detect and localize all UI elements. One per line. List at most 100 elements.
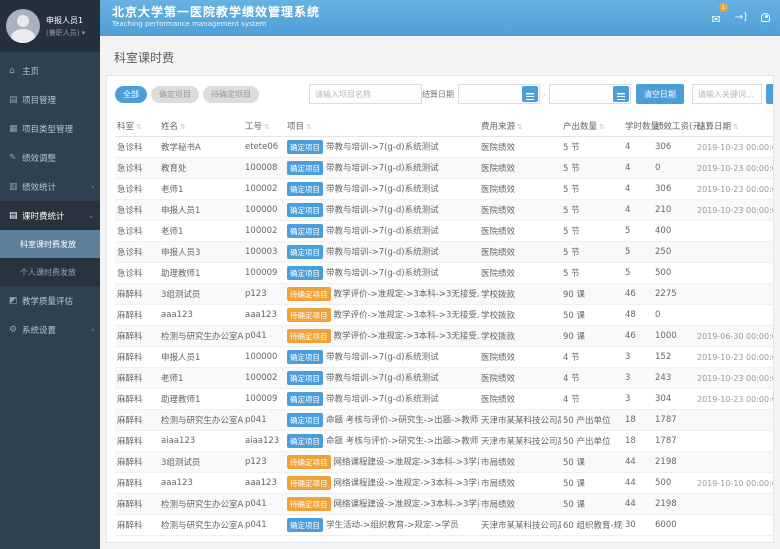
cell-output-quantity: 4 节 (561, 389, 623, 410)
cell-worker-id: 100003 (243, 242, 285, 263)
messages-button[interactable]: ✉ 1 (712, 8, 721, 27)
sort-icon[interactable]: ⇅ (180, 123, 186, 131)
cell-dept: 麻醉科 (115, 326, 159, 347)
column-header-姓名[interactable]: 姓名⇅ (159, 116, 243, 137)
table-row[interactable]: 急诊科 申报人员1 100000 确定项目带教与培训->7(g-d)系统测试 医… (115, 200, 774, 221)
table-row[interactable]: 麻醉科 检测与研究生办公室A p041 待确定项目教学评价->准规定->3本科-… (115, 326, 774, 347)
filter-pill-全部[interactable]: 全部 (115, 86, 147, 103)
cell-output-quantity: 5 节 (561, 242, 623, 263)
cell-settle-date: 2019-10-23 00:00:00 (695, 137, 774, 158)
table-row[interactable]: 麻醉科 检测与研究生办公室A p041 确定项目命题 考核与评价->研究生->出… (115, 410, 774, 431)
column-header-科室[interactable]: 科室⇅ (115, 116, 159, 137)
cell-class-hours: 48 (623, 305, 653, 326)
calendar-icon[interactable] (613, 86, 629, 102)
table-row[interactable]: 麻醉科 3组测试员 p123 待确定项目网络课程建设->准规定->3本科->3学… (115, 452, 774, 473)
user-role-dropdown[interactable]: (兼职人员) ▾ (46, 28, 85, 38)
cell-settle-date: 2019-06-30 00:00:00 (695, 326, 774, 347)
cell-fee-source: 天津市某某科技公司高级项目 (479, 515, 561, 536)
table-row[interactable]: 麻醉科 申报人员1 100000 确定项目带教与培训->7(g-d)系统测试 医… (115, 347, 774, 368)
cell-project: 确定项目带教与培训->7(g-d)系统测试 (285, 368, 479, 389)
table-row[interactable]: 急诊科 老师1 100002 确定项目带教与培训->7(g-d)系统测试 医院绩… (115, 179, 774, 200)
sidebar-subitem-个人课时费发放[interactable]: 个人课时费发放 (0, 258, 100, 286)
chevron-icon: ⌄ (88, 212, 94, 220)
column-header-工号[interactable]: 工号⇅ (243, 116, 285, 137)
cell-output-quantity: 90 课 (561, 326, 623, 347)
filter-pill-待确定项目[interactable]: 待确定项目 (203, 86, 259, 103)
cell-name: 检测与研究生办公室A (159, 410, 243, 431)
cell-settle-date (695, 305, 774, 326)
cell-name: 教育处 (159, 158, 243, 179)
cell-project: 确定项目命题 考核与评价->研究生->出题->教师 (285, 410, 479, 431)
sidebar-item-系统设置[interactable]: ⚙ 系统设置 › (0, 315, 100, 344)
cell-project: 待确定项目网络课程建设->准规定->3本科->3学员 (285, 473, 479, 494)
sidebar-item-项目类型管理[interactable]: ▦ 项目类型管理 (0, 114, 100, 143)
column-header-结算日期[interactable]: 结算日期⇅ (695, 116, 774, 137)
sidebar-item-课时费统计[interactable]: ▤ 课时费统计 ⌄ (0, 201, 100, 230)
sidebar-subitem-科室课时费发放[interactable]: 科室课时费发放 (0, 230, 100, 258)
project-manage-icon: ▤ (9, 95, 22, 105)
sort-icon[interactable]: ⇅ (136, 123, 142, 131)
cell-worker-id: p041 (243, 515, 285, 536)
cell-settle-date (695, 431, 774, 452)
cell-output-quantity: 50 产出单位 (561, 431, 623, 452)
filter-pill-确定项目[interactable]: 确定项目 (151, 86, 199, 103)
cell-class-hours: 5 (623, 221, 653, 242)
cell-fee-source: 学校拨款 (479, 326, 561, 347)
cell-salary: 250 (653, 242, 695, 263)
cell-class-hours: 46 (623, 284, 653, 305)
cell-fee-source: 学校拨款 (479, 305, 561, 326)
sort-icon[interactable]: ⇅ (599, 123, 605, 131)
column-header-费用来源[interactable]: 费用来源⇅ (479, 116, 561, 137)
table-row[interactable]: 麻醉科 aiaa123 aiaa123 确定项目命题 考核与评价->研究生->出… (115, 431, 774, 452)
toolbar: 全部确定项目待确定项目 结算日期 - 清空日期 搜索 (115, 84, 765, 104)
column-header-项目[interactable]: 项目⇅ (285, 116, 479, 137)
cell-salary: 304 (653, 389, 695, 410)
table-row[interactable]: 急诊科 老师1 100002 确定项目带教与培训->7(g-d)系统测试 医院绩… (115, 221, 774, 242)
table-row[interactable]: 麻醉科 检测与研究生办公室A p041 待确定项目网络课程建设->准规定->3本… (115, 494, 774, 515)
cell-salary: 1787 (653, 431, 695, 452)
sidebar-item-绩效统计[interactable]: ▥ 绩效统计 › (0, 172, 100, 201)
project-status-badge: 确定项目 (287, 266, 323, 280)
table-row[interactable]: 麻醉科 aaa123 aaa123 待确定项目教学评价->准规定->3本科->3… (115, 305, 774, 326)
cell-dept: 麻醉科 (115, 347, 159, 368)
table-row[interactable]: 急诊科 教学秘书A etete06 确定项目带教与培训->7(g-d)系统测试 … (115, 137, 774, 158)
project-name-input[interactable] (309, 84, 422, 104)
cell-salary: 2275 (653, 284, 695, 305)
table-row[interactable]: 麻醉科 检测与研究生办公室A p041 确定项目学生活动->组织教育->规定->… (115, 515, 774, 536)
table-row[interactable]: 麻醉科 老师1 100002 确定项目带教与培训->7(g-d)系统测试 医院绩… (115, 368, 774, 389)
logout-icon[interactable]: →] (735, 12, 747, 23)
table-row[interactable]: 麻醉科 助理教师1 100009 确定项目带教与培训->7(g-d)系统测试 医… (115, 389, 774, 410)
project-status-badge: 确定项目 (287, 140, 323, 154)
table-row[interactable]: 麻醉科 3组测试员 p123 待确定项目教学评价->准规定->3本科->3无接受… (115, 284, 774, 305)
sidebar-item-绩效调整[interactable]: ✎ 绩效调整 (0, 143, 100, 172)
cell-project: 待确定项目教学评价->准规定->3本科->3无接受人 (285, 326, 479, 347)
sort-icon[interactable]: ⇅ (517, 123, 523, 131)
keyword-search-input[interactable] (692, 84, 762, 104)
sidebar-item-主页[interactable]: ⌂ 主页 (0, 56, 100, 85)
sort-icon[interactable]: ⇅ (264, 123, 270, 131)
column-header-产出数量[interactable]: 产出数量⇅ (561, 116, 623, 137)
cell-fee-source: 医院绩效 (479, 221, 561, 242)
sort-icon[interactable]: ⇅ (306, 123, 312, 131)
table-row[interactable]: 急诊科 教育处 100008 确定项目带教与培训->7(g-d)系统测试 医院绩… (115, 158, 774, 179)
column-header-学时数量[interactable]: 学时数量⇅ (623, 116, 653, 137)
project-status-badge: 确定项目 (287, 203, 323, 217)
cell-project: 待确定项目网络课程建设->准规定->3本科->3学员 (285, 494, 479, 515)
column-header-绩效工资(元)[interactable]: 绩效工资(元)⇅ (653, 116, 695, 137)
user-icon[interactable] (761, 13, 770, 22)
sidebar-item-教学质量评估[interactable]: ◩ 教学质量评估 (0, 286, 100, 315)
cell-settle-date (695, 242, 774, 263)
cell-class-hours: 44 (623, 473, 653, 494)
sidebar-item-项目管理[interactable]: ▤ 项目管理 (0, 85, 100, 114)
table-row[interactable]: 麻醉科 aaa123 aaa123 待确定项目网络课程建设->准规定->3本科-… (115, 473, 774, 494)
sort-icon[interactable]: ⇅ (733, 123, 739, 131)
cell-salary: 243 (653, 368, 695, 389)
search-button[interactable]: 搜索 (766, 84, 774, 104)
project-status-badge: 待确定项目 (287, 476, 331, 490)
cell-output-quantity: 90 课 (561, 284, 623, 305)
table-row[interactable]: 急诊科 申报人员3 100003 确定项目带教与培训->7(g-d)系统测试 医… (115, 242, 774, 263)
table-row[interactable]: 急诊科 助理教师1 100009 确定项目带教与培训->7(g-d)系统测试 医… (115, 263, 774, 284)
calendar-icon[interactable] (522, 86, 538, 102)
app-subtitle: Teaching performance management system (112, 20, 780, 28)
clear-date-button[interactable]: 清空日期 (636, 84, 684, 104)
